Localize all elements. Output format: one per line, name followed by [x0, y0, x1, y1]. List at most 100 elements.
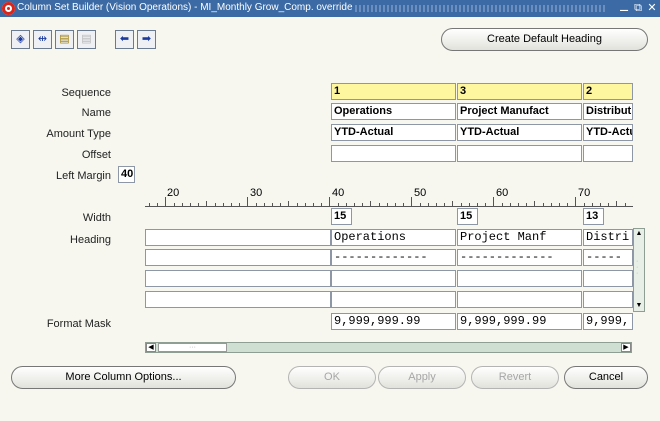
- margin-heading-field[interactable]: [145, 229, 331, 246]
- ruler-label: 50: [414, 187, 427, 199]
- split-column-button[interactable]: ⇹: [33, 30, 52, 49]
- title-bar-hatch: [355, 5, 607, 12]
- ruler-tick: [419, 203, 421, 207]
- heading-line-field[interactable]: -------------: [457, 249, 582, 266]
- heading-line-field[interactable]: [583, 270, 633, 287]
- move-column-icon: ◈: [16, 33, 25, 45]
- ruler-tick: [255, 203, 257, 207]
- scroll-grip-icon[interactable]: · · ·: [636, 258, 642, 277]
- heading-line-field[interactable]: -------------: [331, 249, 456, 266]
- ruler-tick: [280, 203, 282, 207]
- margin-heading-field[interactable]: [145, 249, 331, 266]
- ruler-tick: [436, 203, 437, 207]
- move-column-button[interactable]: ◈: [11, 30, 30, 49]
- ruler-tick: [386, 203, 388, 207]
- ruler-tick: [444, 203, 446, 207]
- heading-line-field[interactable]: [457, 270, 582, 287]
- revert-button[interactable]: Revert: [471, 366, 559, 389]
- offset-field[interactable]: [331, 145, 456, 162]
- ruler-tick: [583, 203, 585, 207]
- create-default-heading-button[interactable]: Create Default Heading: [441, 28, 648, 51]
- name-field[interactable]: Project Manufact: [457, 103, 582, 120]
- width-field[interactable]: 15: [331, 208, 352, 225]
- cancel-button[interactable]: Cancel: [564, 366, 648, 389]
- more-column-options-button[interactable]: More Column Options...: [11, 366, 236, 389]
- ruler-tick: [509, 203, 511, 207]
- window-title: Column Set Builder (Vision Operations) -…: [17, 2, 353, 13]
- ruler-tick: [550, 203, 552, 207]
- ruler-tick: [173, 203, 175, 207]
- heading-line-field[interactable]: [583, 291, 633, 308]
- ruler-tick: [600, 203, 601, 207]
- amount-type-field[interactable]: YTD-Actual: [331, 124, 456, 141]
- name-label: Name: [81, 107, 111, 119]
- heading-label: Heading: [70, 234, 111, 246]
- amount-type-label: Amount Type: [46, 128, 111, 140]
- width-field[interactable]: 15: [457, 208, 478, 225]
- ruler-tick: [485, 203, 487, 207]
- offset-field[interactable]: [583, 145, 633, 162]
- ok-button[interactable]: OK: [288, 366, 376, 389]
- amount-type-field[interactable]: YTD-Actu: [583, 124, 633, 141]
- ruler-tick: [239, 203, 241, 207]
- format-mask-field[interactable]: 9,999,: [583, 313, 633, 330]
- heading-line-field[interactable]: [331, 270, 456, 287]
- heading-line-field[interactable]: Project Manf: [457, 229, 582, 246]
- scroll-left-icon[interactable]: ◀: [146, 343, 156, 352]
- ruler-tick: [477, 203, 478, 207]
- apply-button[interactable]: Apply: [378, 366, 466, 389]
- heading-line-field[interactable]: -----: [583, 249, 633, 266]
- sequence-field[interactable]: 1: [331, 83, 456, 100]
- ruler-tick: [329, 197, 331, 207]
- ruler-tick: [198, 203, 200, 207]
- ruler-tick: [231, 203, 232, 207]
- ruler-label: 70: [578, 187, 591, 199]
- sequence-field[interactable]: 3: [457, 83, 582, 100]
- add-column-button[interactable]: ▤: [55, 30, 74, 49]
- name-field[interactable]: Operations: [331, 103, 456, 120]
- scroll-right-icon[interactable]: ▶: [621, 343, 631, 352]
- scroll-down-icon[interactable]: ▼: [634, 301, 644, 311]
- ruler-tick: [526, 203, 528, 207]
- heading-line-field[interactable]: Distri: [583, 229, 633, 246]
- horizontal-scroll-thumb[interactable]: ···: [158, 343, 227, 352]
- ruler-tick: [575, 197, 577, 207]
- scroll-up-icon[interactable]: ▲: [634, 229, 644, 239]
- oracle-app-icon: [2, 2, 15, 15]
- ruler-tick: [165, 197, 167, 207]
- arrow-left-icon: ⬅: [119, 33, 130, 45]
- horizontal-scrollbar[interactable]: ◀ ··· ▶: [145, 342, 632, 353]
- offset-field[interactable]: [457, 145, 582, 162]
- ruler-tick: [403, 203, 405, 207]
- format-mask-field[interactable]: 9,999,999.99: [457, 313, 582, 330]
- ruler-tick: [149, 203, 150, 207]
- name-field[interactable]: Distributi: [583, 103, 633, 120]
- close-icon[interactable]: ✕: [646, 1, 658, 15]
- title-bar[interactable]: Column Set Builder (Vision Operations) -…: [0, 0, 660, 17]
- ruler-tick: [378, 203, 380, 207]
- column-ruler: 20 30 40 50 60 70: [145, 187, 633, 207]
- restore-icon[interactable]: ⧉: [632, 1, 644, 15]
- margin-heading-field[interactable]: [145, 291, 331, 308]
- move-right-button[interactable]: ➡: [137, 30, 156, 49]
- heading-line-field[interactable]: [331, 291, 456, 308]
- move-left-button[interactable]: ⬅: [115, 30, 134, 49]
- amount-type-field[interactable]: YTD-Actual: [457, 124, 582, 141]
- ruler-tick: [567, 203, 569, 207]
- ruler-tick: [542, 203, 544, 207]
- width-field[interactable]: 13: [583, 208, 604, 225]
- delete-column-button: ▤: [77, 30, 96, 49]
- sequence-field[interactable]: 2: [583, 83, 633, 100]
- ruler-tick: [181, 203, 183, 207]
- left-margin-field[interactable]: 40: [118, 166, 135, 183]
- ruler-tick: [157, 203, 159, 207]
- heading-line-field[interactable]: Operations: [331, 229, 456, 246]
- ruler-tick: [214, 203, 216, 207]
- format-mask-field[interactable]: 9,999,999.99: [331, 313, 456, 330]
- minimize-icon[interactable]: ⚊: [618, 1, 630, 15]
- ruler-tick: [518, 203, 519, 207]
- heading-vertical-scrollbar[interactable]: ▲ · · · ▼: [633, 228, 645, 312]
- heading-line-field[interactable]: [457, 291, 582, 308]
- add-column-icon: ▤: [59, 33, 70, 45]
- margin-heading-field[interactable]: [145, 270, 331, 287]
